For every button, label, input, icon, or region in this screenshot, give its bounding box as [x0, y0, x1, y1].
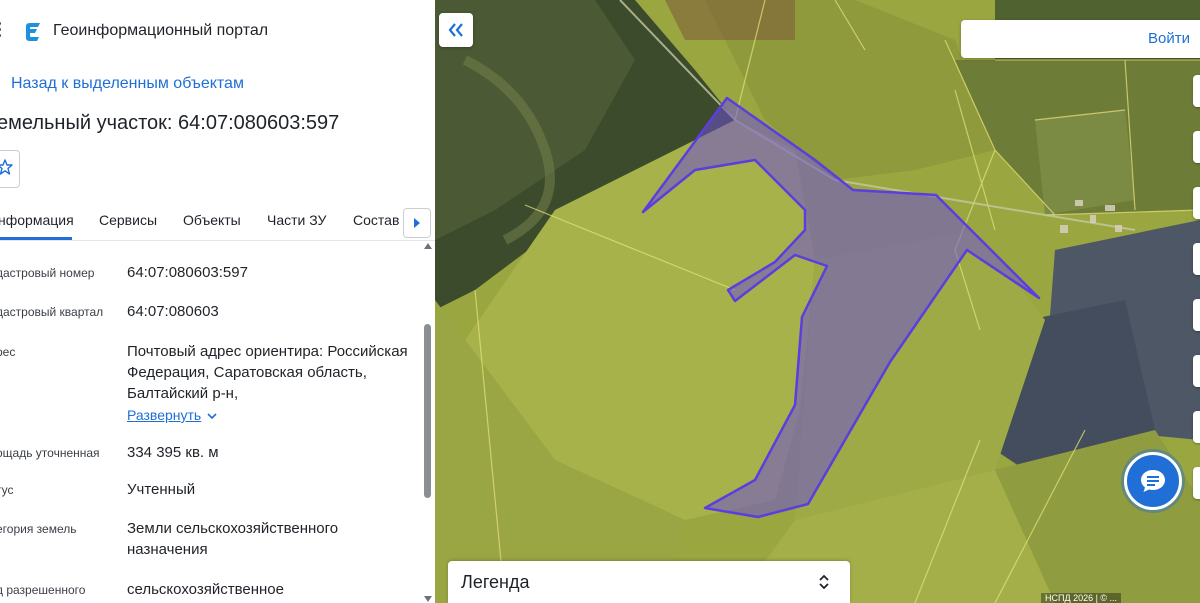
satellite-imagery	[435, 0, 1200, 603]
map-tool-6[interactable]	[1193, 355, 1200, 387]
chevron-right-icon	[414, 218, 420, 228]
row-value-status: Учтенный	[127, 481, 196, 498]
info-panel: Геоинформационный портал Назад к выделен…	[0, 0, 436, 603]
row-label-address: рес	[0, 345, 16, 359]
map-tool-8[interactable]	[1193, 467, 1200, 499]
map-tool-2[interactable]	[1193, 131, 1200, 163]
menu-icon[interactable]	[0, 22, 3, 40]
info-scrollbar[interactable]	[423, 240, 433, 603]
tabs-scroll-right-button[interactable]	[403, 208, 431, 238]
collapse-panel-button[interactable]	[439, 13, 473, 47]
tab-objects[interactable]: Объекты	[183, 212, 241, 228]
portal-title: Геоинформационный портал	[53, 22, 269, 39]
map-tool-1[interactable]	[1193, 75, 1200, 107]
favorite-button[interactable]	[0, 150, 20, 188]
row-value-land-category: Земли сельскохозяйственного назначения	[127, 520, 339, 558]
panel-header: Геоинформационный портал	[0, 0, 435, 62]
row-value-permitted-use: сельскохозяйственное	[127, 581, 284, 598]
star-icon	[0, 159, 13, 175]
info-list: дастровый номер 64:07:080603:597 дастров…	[0, 240, 420, 603]
row-value-cadastral-number: 64:07:080603:597	[127, 264, 248, 281]
map-tool-4[interactable]	[1193, 243, 1200, 275]
row-label-permitted-use: д разрешенного	[0, 583, 86, 597]
page-title: емельный участок: 64:07:080603:597	[0, 112, 340, 134]
tab-composition[interactable]: Состав	[353, 212, 399, 228]
login-button[interactable]: Войти	[1148, 30, 1190, 47]
map-tool-7[interactable]	[1193, 411, 1200, 443]
row-label-area: ощадь уточненная	[0, 446, 100, 460]
row-label-status: тус	[0, 483, 14, 497]
tab-bar: нформация Сервисы Объекты Части ЗУ Соста…	[0, 204, 435, 241]
row-value-area: 334 395 кв. м	[127, 444, 219, 461]
expand-address-link[interactable]: Развернуть	[127, 407, 217, 423]
chevron-down-icon	[207, 413, 217, 419]
tab-information[interactable]: нформация	[0, 212, 74, 228]
row-value-cadastral-quarter: 64:07:080603	[127, 303, 219, 320]
map-attribution: НСПД 2026 | © ...	[1041, 593, 1122, 603]
chat-icon	[1141, 470, 1165, 492]
row-label-cadastral-number: дастровый номер	[0, 266, 95, 280]
map-view[interactable]: Войти Легенда НСПД 2026 | © ...	[435, 0, 1200, 603]
row-label-land-category: егория земель	[0, 522, 77, 536]
map-tool-5[interactable]	[1193, 299, 1200, 331]
tab-services[interactable]: Сервисы	[99, 212, 157, 228]
scroll-down-arrow[interactable]	[424, 596, 432, 602]
chevron-updown-icon[interactable]	[819, 574, 829, 590]
row-value-address: Почтовый адрес ориентира: Российская Фед…	[127, 343, 408, 402]
map-tool-3[interactable]	[1193, 187, 1200, 219]
chat-button[interactable]	[1124, 452, 1182, 510]
back-to-selected-link[interactable]: Назад к выделенным объектам	[11, 75, 244, 93]
legend-title: Легенда	[461, 572, 530, 592]
tab-parts[interactable]: Части ЗУ	[267, 212, 326, 228]
double-chevron-left-icon	[448, 23, 463, 37]
scroll-up-arrow[interactable]	[424, 243, 432, 249]
row-label-cadastral-quarter: дастровый квартал	[0, 305, 104, 319]
top-bar: Войти	[961, 20, 1200, 58]
scroll-thumb[interactable]	[424, 324, 431, 498]
legend-panel[interactable]: Легенда	[448, 561, 850, 603]
portal-logo-icon	[26, 23, 40, 41]
